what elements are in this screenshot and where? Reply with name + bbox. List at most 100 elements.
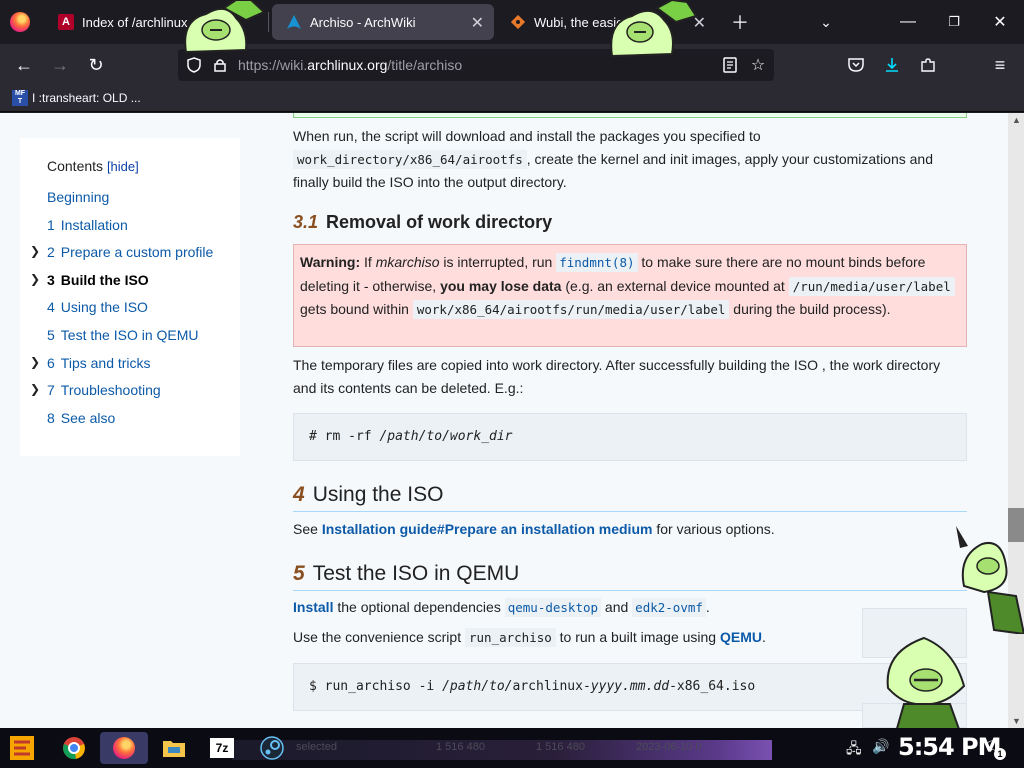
- tab-archiso-archwiki[interactable]: Archiso - ArchWiki ✕: [272, 4, 494, 40]
- text: is interrupted, run: [439, 254, 557, 270]
- table-of-contents: Contents [hide] Beginning 1 Installation …: [20, 138, 240, 456]
- section-title: Removal of work directory: [326, 212, 553, 232]
- toc-item-using-iso[interactable]: 4 Using the ISO: [47, 299, 148, 315]
- build-paragraph: When run, the script will download and i…: [293, 125, 967, 194]
- minimize-button[interactable]: —: [888, 6, 928, 38]
- text: to run a built image using: [555, 629, 720, 645]
- menu-hamburger-icon[interactable]: ≡: [986, 51, 1014, 79]
- installation-guide-link[interactable]: Installation guide#Prepare an installati…: [322, 521, 653, 537]
- page-scrollbar[interactable]: ▲ ▼: [1008, 113, 1024, 728]
- close-window-button[interactable]: ✕: [980, 6, 1020, 38]
- inline-code: /run/media/user/label: [788, 276, 955, 296]
- code-text: yyyy.mm.dd: [590, 679, 670, 694]
- 7zip-icon[interactable]: 7z: [208, 734, 236, 762]
- toc-item-troubleshooting[interactable]: 7 Troubleshooting: [47, 382, 161, 398]
- taskbar: selected 1 516 480 1 516 480 2023-06-10 …: [0, 728, 1024, 768]
- toc-item-installation[interactable]: 1 Installation: [47, 217, 128, 233]
- reload-icon[interactable]: ↻: [82, 51, 110, 79]
- chevron-right-icon[interactable]: ❯: [30, 355, 40, 369]
- restore-button[interactable]: ❐: [934, 6, 974, 38]
- toc-item-number: 3: [47, 272, 55, 288]
- list-tabs-chevron-down-icon[interactable]: ⌄: [812, 8, 840, 36]
- toc-title: Contents [hide]: [47, 158, 139, 174]
- section-number: 5: [293, 562, 305, 585]
- section-heading-test-qemu: 5 Test the ISO in QEMU: [293, 562, 967, 591]
- chrome-icon[interactable]: [60, 734, 88, 762]
- chevron-right-icon[interactable]: ❯: [30, 272, 40, 286]
- toc-item-number: 5: [47, 327, 55, 343]
- edk2-ovmf-link[interactable]: edk2-ovmf: [632, 598, 706, 617]
- text: When run, the script will download and i…: [293, 128, 761, 144]
- navigation-toolbar: ← → ↻ https://wiki.archlinux.org/title/a…: [0, 44, 1024, 86]
- reader-view-icon[interactable]: [720, 55, 740, 75]
- chevron-right-icon[interactable]: ❯: [30, 382, 40, 396]
- section-number: 4: [293, 483, 305, 506]
- inline-code: work/x86_64/airootfs/run/media/user/labe…: [412, 300, 730, 319]
- toc-item-number: 2: [47, 244, 55, 260]
- arch-logo-icon: [286, 14, 302, 30]
- code-text: /path/to/: [442, 679, 513, 694]
- bookmark-label: I :transheart: OLD ...: [32, 91, 141, 105]
- peridot-sticker-icon: [956, 526, 1024, 634]
- extensions-puzzle-icon[interactable]: [914, 51, 942, 79]
- section-heading-using-iso: 4 Using the ISO: [293, 483, 967, 512]
- network-icon[interactable]: 🖧: [846, 738, 862, 762]
- scroll-up-arrow-icon[interactable]: ▲: [1012, 115, 1021, 125]
- arizona-a-icon: A: [58, 14, 74, 30]
- toc-item-test-qemu[interactable]: 5 Test the ISO in QEMU: [47, 327, 199, 343]
- qemu-link[interactable]: QEMU: [720, 629, 762, 645]
- toc-item-label: Test the ISO in QEMU: [60, 327, 199, 343]
- code-text: # rm -rf: [309, 429, 380, 444]
- file-explorer-icon[interactable]: [160, 734, 188, 762]
- toc-item-prepare-profile[interactable]: 2 Prepare a custom profile: [47, 244, 213, 260]
- url-text[interactable]: https://wiki.archlinux.org/title/archiso: [238, 57, 462, 73]
- code-text: $ run_archiso -i: [309, 679, 443, 694]
- text: for various options.: [652, 521, 775, 537]
- toc-item-tips[interactable]: 6 Tips and tricks: [47, 355, 151, 371]
- bookmark-item[interactable]: MF T I :transheart: OLD ...: [12, 90, 141, 106]
- peridot-sticker-icon: [184, 0, 266, 54]
- notification-badge: 1: [994, 748, 1006, 760]
- text: The temporary files are copied into work…: [293, 357, 941, 396]
- section-title: Using the ISO: [312, 483, 444, 506]
- bookmark-star-icon[interactable]: ☆: [748, 55, 768, 75]
- wiki-page: Contents [hide] Beginning 1 Installation …: [0, 113, 1008, 728]
- back-arrow-icon[interactable]: ←: [10, 51, 38, 79]
- toc-item-number: 4: [47, 299, 55, 315]
- toc-item-number: 8: [47, 410, 55, 426]
- code-text: /path/to/work_dir: [379, 429, 513, 444]
- toc-item-number: 7: [47, 382, 55, 398]
- downloads-icon[interactable]: [878, 51, 906, 79]
- ghost-text: selected: [296, 741, 337, 753]
- qemu-desktop-link[interactable]: qemu-desktop: [504, 598, 602, 617]
- chevron-right-icon[interactable]: ❯: [30, 244, 40, 258]
- code-block-rm[interactable]: # rm -rf /path/to/work_dir: [293, 413, 967, 461]
- section-number: 3.1: [293, 212, 319, 232]
- text: mkarchiso: [375, 254, 440, 270]
- toc-item-build-iso[interactable]: 3 Build the ISO: [47, 272, 149, 288]
- scroll-down-arrow-icon[interactable]: ▼: [1012, 716, 1021, 726]
- new-tab-button[interactable]: ＋: [726, 8, 754, 36]
- text: gets bound within: [300, 301, 413, 317]
- start-menu-icon[interactable]: [8, 734, 36, 762]
- 7zip-label: 7z: [210, 738, 234, 758]
- close-tab-icon[interactable]: ✕: [471, 13, 484, 33]
- firefox-logo-icon[interactable]: [10, 12, 30, 32]
- text: If: [360, 254, 376, 270]
- toc-item-label: Build the ISO: [60, 272, 149, 288]
- toc-item-see-also[interactable]: 8 See also: [47, 410, 115, 426]
- toc-hide-link[interactable]: [hide]: [107, 159, 139, 174]
- volume-icon[interactable]: 🔊: [872, 738, 889, 755]
- text: Use the convenience script: [293, 629, 465, 645]
- steam-icon[interactable]: [258, 734, 286, 762]
- install-link[interactable]: Install: [293, 599, 333, 615]
- toc-item-beginning[interactable]: Beginning: [47, 189, 109, 205]
- text: the optional dependencies: [333, 599, 505, 615]
- peridot-sticker-icon: [610, 0, 698, 58]
- forward-arrow-icon[interactable]: →: [46, 51, 74, 79]
- pocket-icon[interactable]: [842, 51, 870, 79]
- findmnt-link[interactable]: findmnt(8): [556, 253, 638, 272]
- toc-item-label: Installation: [60, 217, 128, 233]
- firefox-icon[interactable]: [110, 734, 138, 762]
- inline-code: run_archiso: [464, 628, 556, 647]
